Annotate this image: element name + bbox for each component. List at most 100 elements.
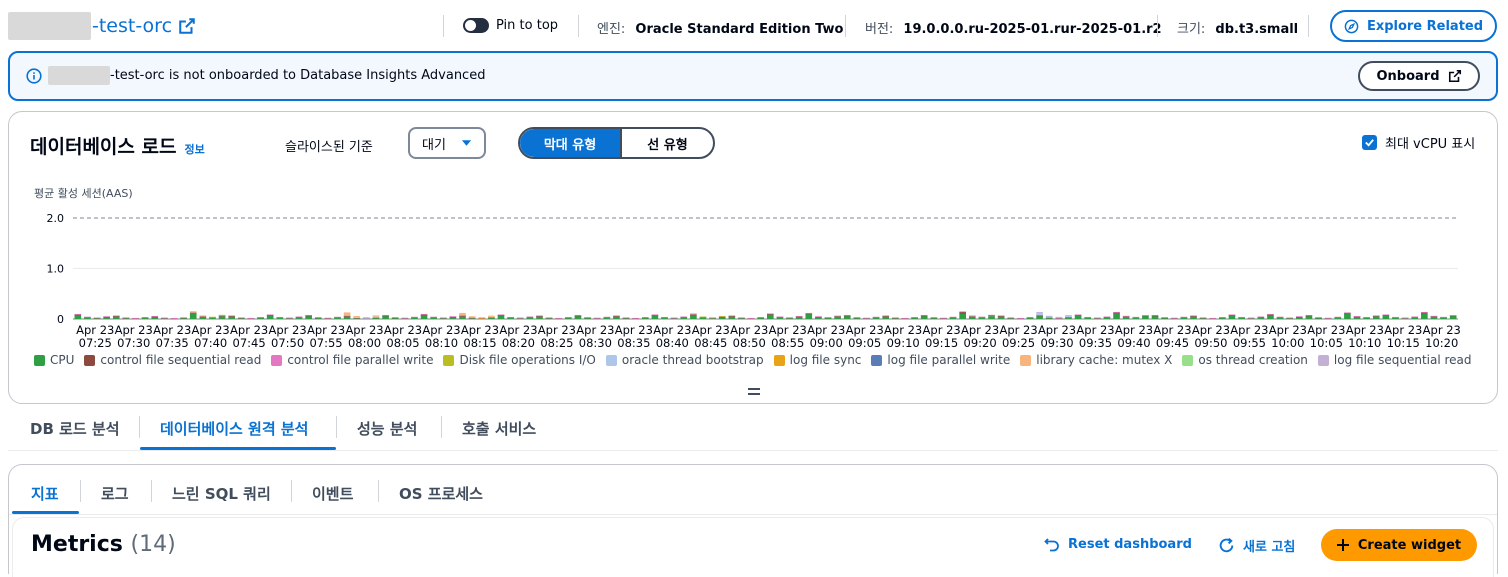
legend-item[interactable]: oracle thread bootstrap	[605, 353, 764, 367]
legend-label: log file sync	[789, 353, 862, 367]
refresh-button[interactable]: 새로 고침	[1218, 536, 1295, 555]
bar-segment	[372, 316, 380, 318]
create-widget-label[interactable]: Create widget	[1358, 538, 1461, 553]
bar-segment	[497, 314, 505, 316]
onboard-button[interactable]: Onboard	[1358, 61, 1480, 91]
x-tick-label-time: 10:00	[1271, 336, 1304, 350]
bar-segment	[680, 316, 688, 318]
chart-legend: CPU control file sequential read control f…	[34, 353, 1482, 367]
x-tick-label-date: Apr 23	[115, 323, 153, 337]
bar-segment	[478, 317, 486, 318]
instance-name-suffix[interactable]: -test-orc	[92, 15, 172, 37]
bar-segment	[1036, 312, 1043, 315]
bar-segment	[266, 315, 274, 319]
bar-segment	[997, 315, 1005, 317]
legend-item[interactable]: control file sequential read	[84, 353, 261, 367]
bar-segment	[1103, 316, 1111, 318]
legend-label: library cache: mutex X	[1036, 353, 1173, 367]
bar-segment	[1411, 316, 1419, 318]
legend-label: log file parallel write	[887, 353, 1011, 367]
bar-segment	[997, 316, 1005, 319]
bar-segment	[1401, 317, 1409, 319]
instance-name-link[interactable]: -test-orc	[92, 12, 196, 40]
reset-dashboard-label[interactable]: Reset dashboard	[1068, 537, 1192, 552]
x-tick-label-time: 10:15	[1387, 336, 1420, 350]
bar-segment	[545, 317, 553, 319]
bar-segment	[901, 317, 909, 319]
chart-type-segmented-control[interactable]: 막대 유형 선 유형	[518, 127, 715, 159]
tab-events[interactable]: 이벤트	[312, 483, 353, 504]
engine-value: Oracle Standard Edition Two	[635, 22, 844, 37]
bar-segment	[1382, 314, 1390, 316]
tab-metrics[interactable]: 지표	[31, 483, 59, 504]
tab-os-processes[interactable]: OS 프로세스	[399, 483, 483, 504]
x-tick-label-date: Apr 23	[807, 323, 845, 337]
x-tick-label-date: Apr 23	[961, 323, 999, 337]
tab-database-telemetry[interactable]: 데이터베이스 원격 분석	[160, 418, 308, 439]
size-info: 크기: db.t3.small	[1177, 18, 1298, 37]
bar-segment	[815, 316, 822, 318]
bar-segment	[228, 316, 236, 319]
x-tick-label-time: 09:25	[1002, 336, 1035, 350]
legend-item[interactable]: log file sequential read	[1317, 353, 1472, 367]
metrics-header: Metrics (14)	[31, 532, 176, 557]
line-type-segment[interactable]: 선 유형	[620, 129, 713, 157]
x-tick-label-time: 10:20	[1425, 336, 1458, 350]
resize-handle[interactable]	[748, 388, 760, 395]
bar-segment	[728, 315, 736, 317]
tab-db-load-analysis[interactable]: DB 로드 분석	[30, 418, 120, 439]
sliced-by-value[interactable]: 대기	[422, 134, 446, 153]
sliced-by-dropdown[interactable]: 대기	[408, 127, 486, 159]
bar-segment	[1074, 315, 1082, 319]
pin-to-top-toggle[interactable]: Pin to top	[463, 18, 558, 33]
legend-item[interactable]: Disk file operations I/O	[443, 353, 596, 367]
max-vcpu-label: 최대 vCPU 표시	[1385, 137, 1476, 152]
legend-item[interactable]: log file parallel write	[871, 353, 1010, 367]
explore-related-label[interactable]: Explore Related	[1367, 19, 1483, 34]
x-tick-label-time: 07:30	[117, 336, 150, 350]
legend-item[interactable]: CPU	[34, 353, 74, 367]
max-vcpu-checkbox[interactable]	[1362, 135, 1377, 150]
tab-performance-analysis[interactable]: 성능 분석	[357, 418, 417, 439]
bar-segment	[661, 316, 668, 318]
x-tick-label-date: Apr 23	[499, 323, 537, 337]
bar-segment	[1113, 312, 1120, 319]
x-tick-label-date: Apr 23	[999, 323, 1037, 337]
legend-item[interactable]: log file sync	[773, 353, 862, 367]
legend-item[interactable]: control file parallel write	[271, 353, 433, 367]
x-tick-label-date: Apr 23	[1192, 323, 1230, 337]
bar-segment	[1430, 315, 1438, 317]
bar-segment	[218, 316, 226, 319]
bar-type-segment[interactable]: 막대 유형	[520, 129, 620, 157]
bar-segment	[1267, 314, 1274, 319]
legend-item[interactable]: library cache: mutex X	[1020, 353, 1172, 367]
tab-calling-services[interactable]: 호출 서비스	[462, 418, 536, 439]
bar-segment	[1045, 315, 1053, 317]
legend-swatch	[871, 354, 883, 366]
bar-segment	[382, 315, 389, 319]
reset-dashboard-button[interactable]: Reset dashboard	[1044, 536, 1192, 552]
bar-segment	[84, 316, 91, 318]
bar-segment	[920, 314, 928, 316]
refresh-label[interactable]: 새로 고침	[1243, 536, 1295, 555]
tab-logs[interactable]: 로그	[101, 483, 129, 504]
onboard-label[interactable]: Onboard	[1376, 69, 1439, 84]
bar-segment	[391, 317, 399, 318]
tab-slow-sql-queries[interactable]: 느린 SQL 쿼리	[172, 483, 271, 504]
bar-segment	[603, 316, 611, 318]
engine-info: 엔진: Oracle Standard Edition Two	[597, 18, 843, 37]
bar-segment	[132, 317, 139, 319]
create-widget-button[interactable]: Create widget	[1321, 529, 1477, 561]
info-link[interactable]: 정보	[184, 141, 204, 157]
header-divider	[578, 15, 579, 37]
toggle-switch[interactable]	[463, 18, 489, 33]
x-tick-label-time: 09:00	[810, 336, 843, 350]
bar-segment	[824, 317, 832, 318]
max-vcpu-checkbox-row[interactable]: 최대 vCPU 표시	[1362, 133, 1475, 152]
bar-segment	[526, 316, 534, 318]
legend-label: control file parallel write	[287, 353, 434, 367]
x-tick-label-date: Apr 23	[846, 323, 884, 337]
legend-item[interactable]: os thread creation	[1182, 353, 1308, 367]
undo-icon	[1044, 538, 1059, 552]
explore-related-button[interactable]: Explore Related	[1330, 10, 1497, 42]
